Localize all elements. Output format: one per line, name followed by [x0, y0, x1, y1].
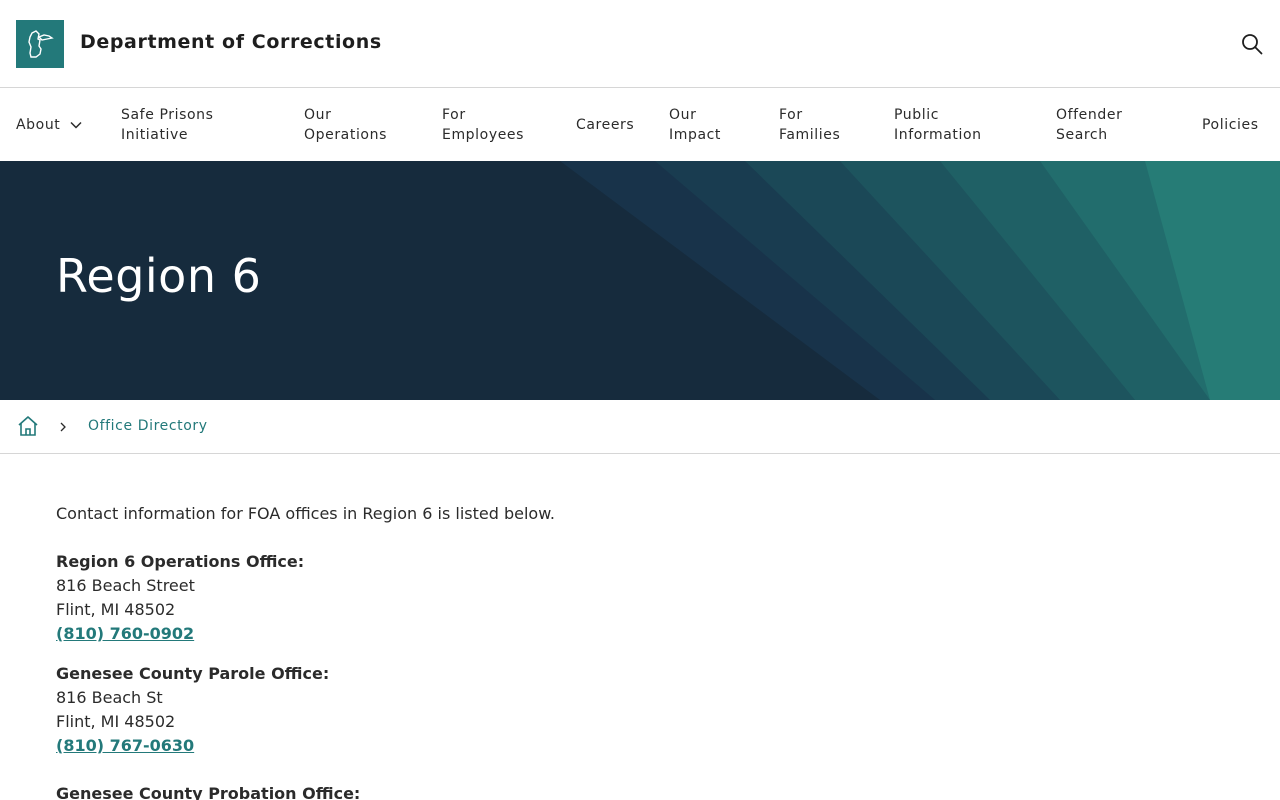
hero-banner: Region 6 — [0, 161, 1280, 400]
nav-item-label: Our Impact — [669, 107, 722, 143]
office-name: Genesee County Parole Office: — [56, 664, 330, 683]
nav-item-careers[interactable]: Careers — [576, 89, 634, 161]
nav-item-for-employees[interactable]: For Employees — [442, 89, 524, 161]
nav-item-label: Offender Search — [1056, 107, 1123, 143]
nav-item-label: Careers — [576, 117, 635, 133]
office-street: 816 Beach Street — [56, 576, 195, 595]
nav-item-label: About — [16, 117, 61, 133]
office-name: Genesee County Probation Office: — [56, 784, 361, 800]
office-phone-link[interactable]: (810) 767-0630 — [56, 734, 194, 758]
michigan-map-icon[interactable] — [16, 20, 64, 68]
search-icon[interactable] — [1238, 30, 1266, 58]
breadcrumb-office-directory[interactable]: Office Directory — [88, 418, 208, 434]
breadcrumb: Office Directory — [0, 400, 1280, 454]
main-content: Contact information for FOA offices in R… — [56, 502, 1156, 800]
page-title: Region 6 — [56, 249, 262, 303]
nav-item-public-information[interactable]: Public Information — [894, 89, 982, 161]
nav-item-label: For Families — [779, 107, 841, 143]
nav-item-safe-prisons-initiative[interactable]: Safe Prisons Initiative — [121, 89, 214, 161]
nav-item-label: Public Information — [894, 107, 982, 143]
office-city: Flint, MI 48502 — [56, 712, 176, 731]
office-entry: Genesee County Parole Office: 816 Beach … — [56, 662, 1156, 758]
chevron-right-icon — [58, 419, 68, 433]
site-title[interactable]: Department of Corrections — [80, 31, 382, 53]
office-entry: Region 6 Operations Office: 816 Beach St… — [56, 550, 1156, 646]
nav-item-our-impact[interactable]: Our Impact — [669, 89, 721, 161]
nav-item-label: Safe Prisons Initiative — [121, 107, 214, 143]
office-street: 816 Beach St — [56, 688, 163, 707]
nav-item-about[interactable]: About — [16, 89, 82, 161]
nav-item-label: Our Operations — [304, 107, 387, 143]
chevron-down-icon — [70, 121, 82, 129]
main-nav: About Safe Prisons Initiative Our Operat… — [0, 89, 1280, 161]
office-city: Flint, MI 48502 — [56, 600, 176, 619]
office-phone-link[interactable]: (810) 760-0902 — [56, 622, 194, 646]
intro-text: Contact information for FOA offices in R… — [56, 504, 555, 523]
home-icon[interactable] — [16, 414, 40, 438]
nav-item-offender-search[interactable]: Offender Search — [1056, 89, 1122, 161]
nav-item-label: Policies — [1202, 117, 1259, 133]
nav-item-for-families[interactable]: For Families — [779, 89, 840, 161]
nav-item-policies[interactable]: Policies — [1202, 89, 1259, 161]
site-header: Department of Corrections — [0, 0, 1280, 88]
office-entry: Genesee County Probation Office: — [56, 782, 1156, 800]
nav-item-our-operations[interactable]: Our Operations — [304, 89, 387, 161]
office-name: Region 6 Operations Office: — [56, 552, 305, 571]
nav-item-label: For Employees — [442, 107, 525, 143]
